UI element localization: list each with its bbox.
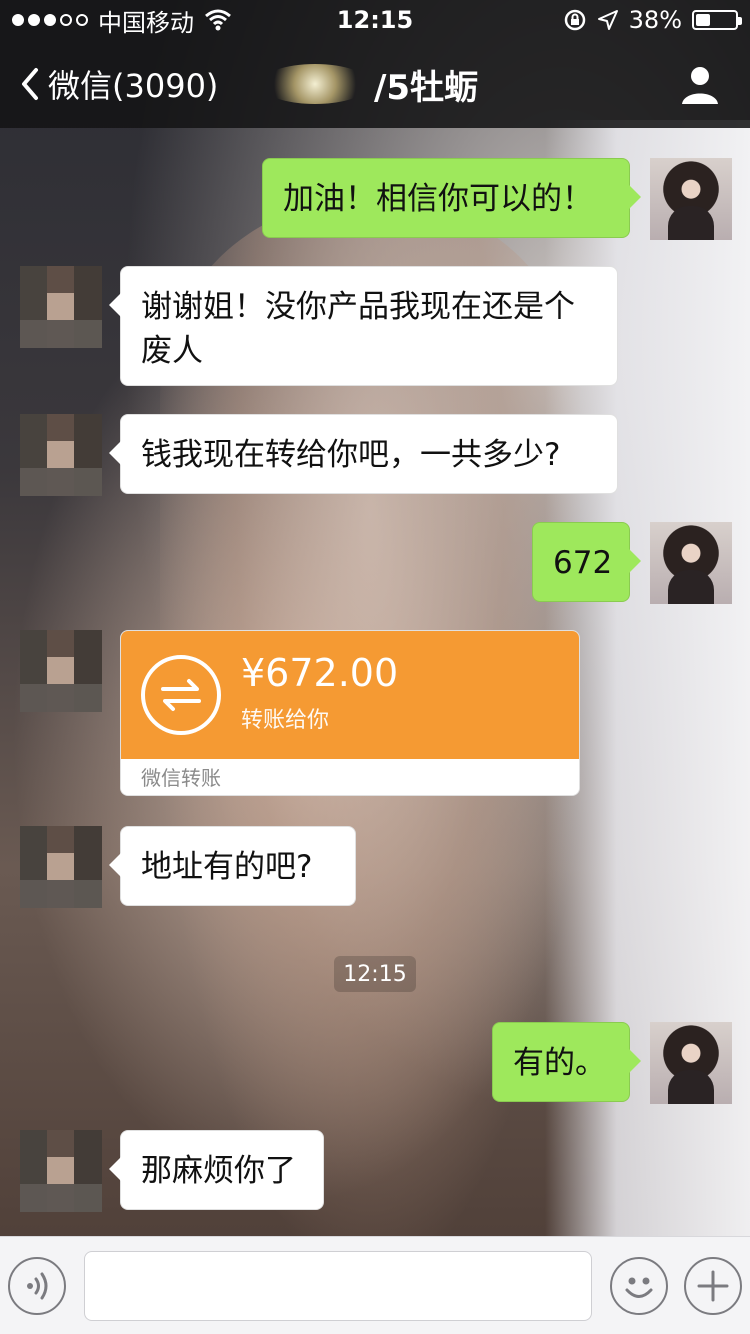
- status-time: 12:15: [336, 6, 414, 34]
- message-bubble-incoming[interactable]: 谢谢姐！没你产品我现在还是个废人: [109, 266, 618, 386]
- contact-avatar[interactable]: [20, 1130, 102, 1212]
- back-button[interactable]: 微信(3090): [18, 40, 218, 128]
- message-bubble-incoming[interactable]: 钱我现在转给你吧，一共多少?: [109, 414, 618, 494]
- emoji-button[interactable]: [610, 1257, 668, 1315]
- chat-title: /5牡蛎: [260, 40, 550, 128]
- status-right: 38%: [563, 6, 742, 34]
- message-bubble-outgoing[interactable]: 672: [532, 522, 641, 602]
- contact-avatar[interactable]: [20, 630, 102, 712]
- transfer-footer-label: 微信转账: [141, 766, 221, 790]
- status-bar: 中国移动 12:15 38%: [0, 0, 750, 40]
- message-timestamp: 12:15: [334, 956, 416, 992]
- battery-icon: [692, 10, 742, 30]
- nav-bar: 微信(3090) /5牡蛎: [0, 40, 750, 128]
- message-text: 加油！相信你可以的！: [283, 181, 593, 217]
- contact-avatar[interactable]: [20, 414, 102, 496]
- my-avatar[interactable]: [650, 522, 732, 604]
- more-button[interactable]: [684, 1257, 742, 1315]
- message-bubble-incoming[interactable]: 那麻烦你了: [109, 1130, 324, 1210]
- voice-button[interactable]: [8, 1257, 66, 1315]
- status-left: 中国移动: [12, 3, 232, 38]
- chevron-left-icon: [22, 68, 38, 100]
- profile-icon[interactable]: [678, 62, 722, 106]
- message-bubble-outgoing[interactable]: 加油！相信你可以的！: [262, 158, 641, 238]
- obscured-name-region: [260, 64, 370, 104]
- transfer-amount: ¥672.00: [241, 651, 399, 695]
- contact-avatar[interactable]: [20, 266, 102, 348]
- transfer-card[interactable]: ¥672.00 转账给你 微信转账: [120, 630, 580, 796]
- message-text: 有的。: [513, 1045, 606, 1081]
- message-text: 地址有的吧?: [141, 849, 313, 885]
- emoji-icon: [625, 1277, 653, 1298]
- my-avatar[interactable]: [650, 1022, 732, 1104]
- transfer-card-header: ¥672.00 转账给你: [121, 631, 579, 759]
- chat-title-text: /5牡蛎: [374, 67, 479, 108]
- message-text: 672: [553, 545, 613, 581]
- chat-input-bar: [0, 1236, 750, 1334]
- back-label: 微信(3090): [48, 67, 219, 105]
- rotation-lock-icon: [564, 9, 585, 31]
- message-text: 谢谢姐！没你产品我现在还是个废人: [141, 289, 575, 369]
- transfer-icon: [141, 655, 221, 735]
- message-bubble-incoming[interactable]: 地址有的吧?: [109, 826, 356, 906]
- signal-strength-icon: [12, 14, 88, 26]
- message-input[interactable]: [84, 1251, 592, 1321]
- message-text: 那麻烦你了: [141, 1153, 296, 1189]
- wifi-icon: [205, 9, 231, 31]
- location-icon: [597, 10, 618, 30]
- carrier-name: 中国移动: [98, 8, 194, 37]
- battery-percent: 38%: [628, 6, 682, 34]
- message-text: 钱我现在转给你吧，一共多少?: [141, 437, 561, 473]
- contact-avatar[interactable]: [20, 826, 102, 908]
- my-avatar[interactable]: [650, 158, 732, 240]
- transfer-card-footer: 微信转账: [121, 759, 579, 795]
- voice-icon: [27, 1272, 48, 1300]
- transfer-description: 转账给你: [241, 708, 330, 733]
- message-bubble-outgoing[interactable]: 有的。: [492, 1022, 641, 1102]
- plus-icon: [697, 1270, 729, 1302]
